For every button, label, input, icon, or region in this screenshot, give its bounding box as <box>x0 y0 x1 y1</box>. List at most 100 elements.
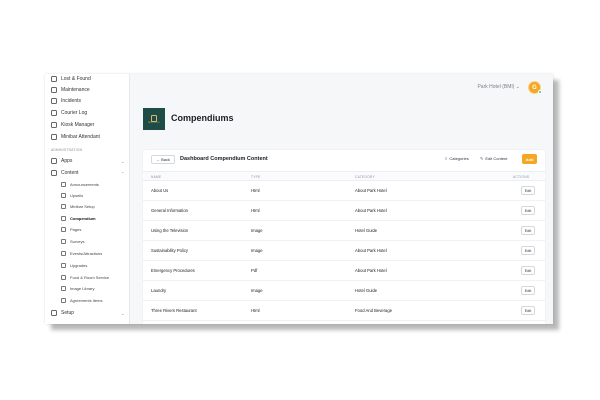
table-row: General Information Html About Park Hote… <box>143 201 545 221</box>
cell-category: About Park Hotel <box>355 248 387 253</box>
sidebar-subitem-label: Compendium <box>70 216 96 221</box>
column-header-name[interactable]: NAME <box>151 175 161 179</box>
cell-category: About Park Hotel <box>355 208 387 213</box>
cell-category: Hotel Guide <box>355 228 378 233</box>
sidebar-subitem-label: Announcements <box>70 182 99 187</box>
cell-type: Image <box>251 228 263 233</box>
sidebar-subitem-label: Surveys <box>70 239 85 244</box>
cell-type: Image <box>251 248 263 253</box>
chevron-up-icon: ⌃ <box>121 170 125 176</box>
cell-name: Three Rivers Restaurant <box>151 308 197 313</box>
sidebar-subitem-minibar-setup[interactable]: Minibar Setup <box>61 202 95 211</box>
edit-button[interactable]: Edit <box>521 266 535 275</box>
edit-button[interactable]: Edit <box>521 246 535 255</box>
cell-type: Pdf <box>251 268 258 273</box>
logo-caption: PARK HOTEL <box>148 122 160 124</box>
table-row: Sustainability Policy Image About Park H… <box>143 241 545 261</box>
column-header-type[interactable]: TYPE <box>251 175 261 179</box>
edit-button[interactable]: Edit <box>521 226 535 235</box>
sidebar-subitem-pages[interactable]: Pages <box>61 225 81 234</box>
upgrades-icon <box>61 263 66 268</box>
sidebar-item-content[interactable]: Content ⌃ <box>51 168 124 178</box>
apps-icon <box>51 158 57 164</box>
cell-name: About Us <box>151 188 169 193</box>
minibar-icon <box>51 134 57 140</box>
sidebar-item-setup[interactable]: Setup ⌄ <box>51 308 124 318</box>
sidebar-subitem-label: Upsells <box>70 193 84 198</box>
compendium-card: ← Back Dashboard Compendium Content ≡ Ca… <box>143 150 545 324</box>
content-icon <box>51 170 57 176</box>
sidebar-subitem-label: Pages <box>70 227 82 232</box>
cell-category: Hotel Guide <box>355 288 378 293</box>
edit-content-button[interactable]: ✎ Edit Content <box>480 156 507 161</box>
sidebar-item-label: Maintenance <box>61 87 90 93</box>
sidebar-subitem-announcements[interactable]: Announcements <box>61 180 99 189</box>
online-status-dot <box>538 90 542 94</box>
sidebar-subitem-label: Food & Room Service <box>70 275 110 280</box>
edit-button[interactable]: Edit <box>521 306 535 315</box>
sidebar-item-kiosk-manager[interactable]: Kiosk Manager <box>51 120 94 130</box>
pencil-icon: ✎ <box>480 156 484 161</box>
sidebar-subitem-upsells[interactable]: Upsells <box>61 191 83 200</box>
cell-category: Food And Beverage <box>355 308 393 313</box>
sidebar-subitem-label: Upgrades <box>70 263 88 268</box>
filter-icon: ≡ <box>445 156 448 161</box>
add-button[interactable]: Add <box>522 154 537 164</box>
sidebar-item-label: Minibar Attendant <box>61 134 100 140</box>
chevron-down-icon: ⌄ <box>121 310 125 316</box>
sidebar-item-label: Setup <box>61 310 75 316</box>
cell-name: Sustainability Policy <box>151 248 189 253</box>
back-button[interactable]: ← Back <box>151 155 176 164</box>
pages-icon <box>61 227 66 232</box>
minibar-setup-icon <box>61 204 66 209</box>
section-label-administration: ADMINISTRATION <box>51 148 83 152</box>
cell-name: Laundry <box>151 288 167 293</box>
sidebar-item-label: Kiosk Manager <box>61 122 95 128</box>
agreements-icon <box>61 298 66 303</box>
sidebar-item-maintenance[interactable]: Maintenance <box>51 85 90 95</box>
sidebar-item-minibar-attendant[interactable]: Minibar Attendant <box>51 132 100 142</box>
sidebar-subitem-compendium[interactable]: Compendium <box>61 214 96 223</box>
sidebar-item-courier-log[interactable]: Courier Log <box>51 108 87 118</box>
sidebar-item-label: Content <box>61 170 79 176</box>
cell-category: About Park Hotel <box>355 188 387 193</box>
cell-name: Using the Television <box>151 228 189 233</box>
incidents-icon <box>51 98 57 104</box>
food-service-icon <box>61 275 66 280</box>
sidebar-subitem-surveys[interactable]: Surveys <box>61 237 84 246</box>
sidebar-subitem-image-library[interactable]: Image Library <box>61 284 94 293</box>
sidebar-subitem-upgrades[interactable]: Upgrades <box>61 261 87 270</box>
sidebar-subitem-label: Events/Attractions <box>70 251 103 256</box>
sidebar-subitem-label: Minibar Setup <box>70 204 95 209</box>
cell-name: General Information <box>151 208 189 213</box>
sidebar-item-apps[interactable]: Apps ⌄ <box>51 156 124 166</box>
edit-button[interactable]: Edit <box>521 206 535 215</box>
edit-button[interactable]: Edit <box>521 186 535 195</box>
card-title: Dashboard Compendium Content <box>180 156 268 162</box>
cell-type: Html <box>251 308 260 313</box>
announcements-icon <box>61 182 66 187</box>
sidebar-item-label: Apps <box>61 158 73 164</box>
table-header: NAME TYPE CATEGORY ACTIONS <box>143 171 545 181</box>
table-row: Using the Television Image Hotel Guide E… <box>143 221 545 241</box>
sidebar-item-lost-found[interactable]: Lost & Found <box>51 74 91 84</box>
sidebar-subitem-agreements[interactable]: Agreements Items <box>61 296 102 305</box>
edit-button[interactable]: Edit <box>521 286 535 295</box>
hotel-logo: PARK HOTEL <box>143 108 165 130</box>
sidebar-subitem-events[interactable]: Events/Attractions <box>61 249 102 258</box>
app-window: Lost & Found Maintenance Incidents Couri… <box>45 74 553 324</box>
sidebar-subitem-label: Agreements Items <box>70 298 103 303</box>
maintenance-icon <box>51 87 57 93</box>
compendium-icon <box>61 216 66 221</box>
events-icon <box>61 251 66 256</box>
courier-log-icon <box>51 110 57 116</box>
hotel-selector[interactable]: Park Hotel (BMI) ⌄ <box>477 84 520 90</box>
sidebar-item-incidents[interactable]: Incidents <box>51 96 81 106</box>
column-header-category[interactable]: CATEGORY <box>355 175 375 179</box>
image-library-icon <box>61 286 66 291</box>
categories-button[interactable]: ≡ Categories <box>445 156 469 161</box>
sidebar-item-label: Incidents <box>61 98 82 104</box>
chevron-down-icon: ⌄ <box>121 158 125 164</box>
categories-label: Categories <box>449 156 469 161</box>
sidebar-subitem-food-room-service[interactable]: Food & Room Service <box>61 273 109 282</box>
